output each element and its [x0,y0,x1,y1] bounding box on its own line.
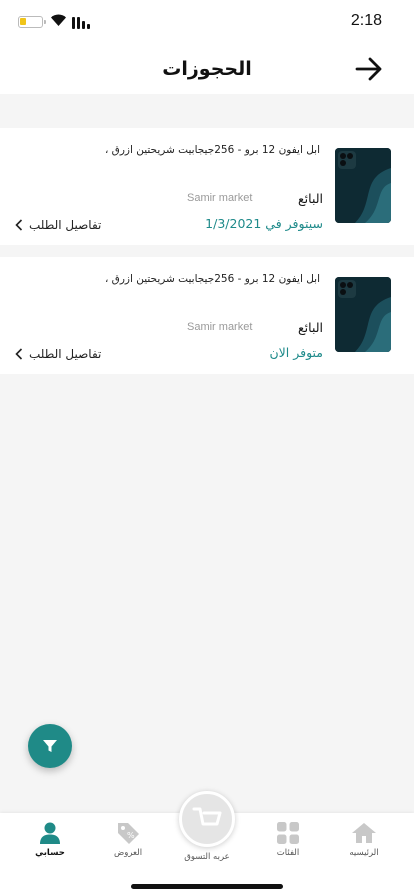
order-card[interactable]: ابل ايفون 12 برو - 256جيجابيت شريحتين از… [0,257,414,374]
tab-offers[interactable]: % العروض [93,821,163,858]
seller-label: البائع [298,320,323,335]
offers-icon: % [118,823,139,844]
filter-button[interactable] [28,724,72,768]
status-time: 2:18 [350,12,382,29]
order-details-link[interactable]: تفاصيل الطلب [15,218,101,232]
page-header: الحجوزات [0,44,414,94]
order-card[interactable]: ابل ايفون 12 برو - 256جيجابيت شريحتين از… [0,128,414,245]
svg-text:%: % [127,831,135,840]
product-image [335,277,391,352]
home-icon [352,823,376,843]
availability-status: سيتوفر في 1/3/2021 [205,216,323,231]
tab-home-label: الرئيسيه [349,848,379,858]
signal-icon [72,17,92,29]
availability-status: متوفر الان [269,345,323,360]
order-details-label: تفاصيل الطلب [29,218,102,232]
tab-categories-label: الفئات [276,848,300,858]
back-arrow-icon[interactable] [354,54,384,84]
product-name: ابل ايفون 12 برو - 256جيجابيت شريحتين از… [104,144,320,156]
wifi-icon [51,14,66,26]
tab-account[interactable]: حسابي [15,821,85,858]
account-icon [40,822,60,844]
home-indicator [131,884,283,889]
seller-label: البائع [298,191,323,206]
product-name: ابل ايفون 12 برو - 256جيجابيت شريحتين از… [104,273,320,285]
categories-icon [277,822,299,844]
cart-button[interactable] [179,791,235,847]
tab-account-label: حسابي [35,848,65,858]
tab-categories[interactable]: الفئات [253,821,323,858]
battery-icon [18,16,46,28]
status-bar: 2:18 [0,0,414,44]
seller-name: Samir market [187,321,253,333]
chevron-left-icon [15,219,23,231]
order-details-label: تفاصيل الطلب [29,347,102,361]
tab-offers-label: العروض [113,848,143,858]
product-image [335,148,391,223]
tab-home[interactable]: الرئيسيه [329,821,399,858]
page-title: الحجوزات [162,58,252,80]
seller-name: Samir market [187,192,253,204]
tab-cart-label: عربه التسوق [184,852,230,862]
filter-icon [43,740,57,752]
tab-cart[interactable]: عربه التسوق [172,849,242,862]
order-details-link[interactable]: تفاصيل الطلب [15,347,101,361]
cart-icon [192,807,222,826]
chevron-left-icon [15,348,23,360]
